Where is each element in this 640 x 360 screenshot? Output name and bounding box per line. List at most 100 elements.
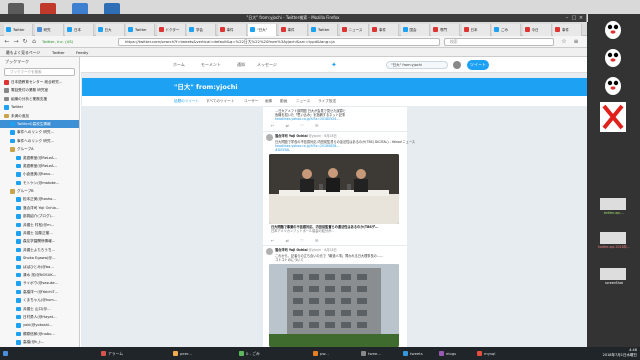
browser-tab[interactable]: 事件 (553, 24, 582, 36)
tweet-link[interactable]: headlines.yahoo.co.jp/hl?a=20180524-… (275, 117, 341, 121)
taskbar-item[interactable]: 0 - ごみ (238, 348, 260, 359)
taskbar-item[interactable]: アラーム (100, 348, 123, 359)
tweet-photo-building[interactable] (269, 264, 399, 347)
bookmark-item[interactable]: 英語教室(@ReLeA… (0, 154, 79, 162)
tab-live[interactable]: ライブ放送 (318, 98, 336, 105)
close-icon[interactable]: × (578, 15, 584, 21)
bookmark-item[interactable]: 日本語教育センター 総合研究… (0, 78, 79, 86)
nav-moments[interactable]: モーメント (201, 61, 221, 69)
bookmark-item[interactable]: Shoko Egawa(@… (0, 254, 79, 262)
bookmark-item[interactable]: 弁護士 山口(@… (0, 305, 79, 313)
bookmark-item[interactable]: グループA (0, 145, 79, 153)
tab-photos[interactable]: 画像 (265, 98, 272, 105)
bookmark-item[interactable]: サイボウ(@sasuke… (0, 279, 79, 287)
bookmark-item[interactable]: 部員紹介(ブログ)… (0, 212, 79, 220)
taskbar-item[interactable]: elogs (438, 348, 456, 359)
twitter-bird-icon[interactable]: ✦ (331, 61, 339, 69)
clock[interactable]: 4:48 2018年7月1日水曜日 (603, 348, 637, 358)
browser-tab[interactable]: 事件 (217, 24, 247, 36)
penguin-icon[interactable] (600, 46, 626, 68)
reload-icon[interactable]: ↻ (21, 38, 29, 46)
avatar[interactable] (266, 248, 273, 255)
bookmark-item[interactable]: 森友学園関係情報… (0, 237, 79, 245)
home-button-icon[interactable]: ⌂ (30, 38, 38, 46)
tweet-hashtag[interactable]: #DIGITAL (275, 148, 290, 152)
browser-tab[interactable]: ごみ (492, 24, 521, 36)
browser-tab[interactable]: 学会 (187, 24, 216, 36)
desktop-file-label[interactable]: twitter-api-... (590, 211, 638, 215)
search-bar[interactable]: 検索 (444, 38, 554, 46)
maximize-icon[interactable]: □ (571, 15, 577, 21)
bookmark-item[interactable]: 未満の追加 (0, 112, 79, 120)
taskbar-item[interactable]: tweets (402, 348, 423, 359)
penguin-icon[interactable] (600, 74, 626, 96)
bookmark-item[interactable]: 高橋(@h_t… (0, 338, 79, 346)
bookmark-item[interactable]: 高橋洋一(@YoichiT… (0, 288, 79, 296)
nav-messages[interactable]: メッセージ (257, 61, 277, 69)
bookmark-item[interactable]: 清水 潔(@NOSUK… (0, 271, 79, 279)
x-close-icon[interactable] (600, 102, 626, 132)
bookmark-star-icon[interactable]: ☆ (560, 38, 568, 46)
desktop-file-label[interactable]: twitter-api-2018年... (590, 245, 638, 249)
taskbar-item[interactable]: pw... (312, 348, 329, 359)
bookmark-toolbar-item[interactable]: Feedly (76, 49, 88, 56)
forward-icon[interactable]: → (12, 38, 20, 46)
tab-latest[interactable]: すべてのツイート (206, 98, 234, 105)
tweet-handle[interactable]: @yjochi · 6月28日 (309, 248, 337, 252)
tweet-author[interactable]: 落合洋司 Yoji Ochiai (275, 248, 308, 252)
taskbar-item[interactable]: peer... (172, 348, 192, 359)
bookmark-item[interactable]: くまちゃん(@kum… (0, 296, 79, 304)
penguin-icon[interactable] (600, 18, 626, 40)
tweet-actions[interactable]: ↩ ⇄ ♡ ✉ (271, 123, 323, 128)
browser-tab[interactable]: 事件 (278, 24, 308, 36)
back-icon[interactable]: ← (3, 38, 11, 46)
bookmark-item[interactable]: 弁護士 加藤正樹… (0, 229, 79, 237)
tab-people[interactable]: ユーザー (244, 98, 258, 105)
tweet-photo-press-conference[interactable] (269, 154, 399, 224)
bookmark-item[interactable]: モトケン(@motoke… (0, 179, 79, 187)
bookmark-item[interactable]: 英語教室(@ReLeA… (0, 162, 79, 170)
bookmark-item[interactable]: yoki(@yokoshi… (0, 321, 79, 329)
menu-icon[interactable]: ≡ (572, 38, 580, 46)
browser-tab[interactable]: 国会 (400, 24, 430, 36)
browser-tab[interactable]: Twitter (309, 24, 338, 36)
browser-tab[interactable]: ドクター (156, 24, 186, 36)
bookmark-item[interactable]: 事件へのリンク 研究… (0, 128, 79, 136)
bookmark-item[interactable]: 弁護士よたろうち… (0, 246, 79, 254)
bookmark-item[interactable]: 松本正美(@tosho… (0, 195, 79, 203)
taskbar-item[interactable]: twee... (360, 348, 381, 359)
bookmark-toolbar-item[interactable]: Twitter (52, 49, 65, 56)
tab-top[interactable]: 話題のツイート (174, 98, 199, 105)
tweet-author[interactable]: 落合洋司 Yoji Ochiai (275, 134, 308, 138)
taskbar-item[interactable] (2, 348, 10, 359)
desktop-folder-label[interactable]: screenShot (590, 281, 638, 285)
file-icon[interactable] (600, 232, 626, 244)
bookmark-item[interactable]: 事件へのリンク 研究… (0, 137, 79, 145)
avatar[interactable] (453, 61, 461, 69)
browser-tab[interactable]: 専門 (431, 24, 460, 36)
taskbar-item[interactable]: mysql (476, 348, 495, 359)
bookmark-toolbar-item[interactable]: 最もよく見るページ (6, 49, 40, 56)
twitter-search-input[interactable]: "日大" from:yjochi (386, 61, 448, 69)
bookmark-item[interactable]: Twitter (0, 103, 79, 111)
bookmark-item[interactable]: 組織の分析と業務支援 (0, 95, 79, 103)
bookmark-item[interactable]: ばばひとみ(@ba… (0, 263, 79, 271)
bookmark-item[interactable]: 日村勇人(@Hayat… (0, 313, 79, 321)
bookmark-item[interactable]: Twitterの高校生情報 (0, 119, 79, 129)
sidebar-title[interactable]: ブックマーク (0, 57, 79, 66)
browser-tab[interactable]: Twitter (126, 24, 155, 36)
browser-tab[interactable]: 事件 (370, 24, 399, 36)
nav-notifications[interactable]: 通知 (237, 61, 245, 69)
url-bar[interactable]: https://twitter.com/search?f=tweets&vert… (118, 38, 440, 46)
file-icon[interactable] (600, 198, 626, 210)
browser-tab[interactable]: 研究 (34, 24, 64, 36)
browser-tab[interactable]: 今日 (522, 24, 552, 36)
tweet-actions[interactable]: ↩ ⇄ ♡ ✉ (271, 238, 323, 243)
browser-tab[interactable]: "日大" (248, 24, 277, 36)
tweet-handle[interactable]: @yjochi · 6月28日 (309, 134, 337, 138)
browser-tab[interactable]: ニュース (339, 24, 369, 36)
bookmark-item[interactable]: グループB (0, 187, 79, 195)
bookmark-item[interactable]: 落合洋司 Yoji Ochia… (0, 204, 79, 212)
browser-tab[interactable]: 日本 (65, 24, 94, 36)
site-identity[interactable]: Twitter, Inc. (US) (42, 39, 73, 45)
